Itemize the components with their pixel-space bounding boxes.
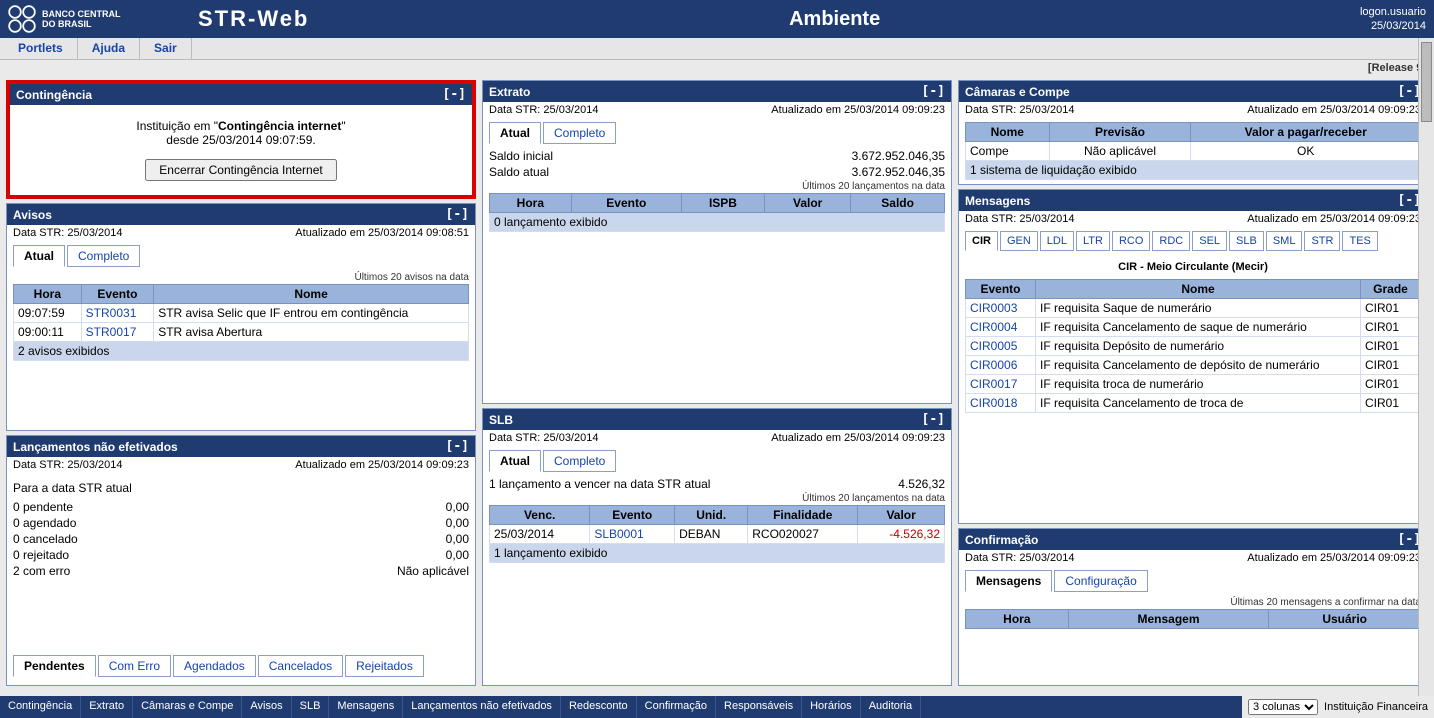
portlet-contingencia: Contingência [-] Instituição em "Conting… — [6, 80, 476, 199]
bb-auditoria[interactable]: Auditoria — [861, 696, 921, 718]
lanc-title: Lançamentos não efetivados — [13, 440, 178, 454]
tab-slb[interactable]: SLB — [1229, 231, 1264, 251]
tab-pendentes[interactable]: Pendentes — [13, 655, 96, 677]
user-info: logon.usuario 25/03/2014 — [1360, 5, 1426, 33]
contingencia-title: Contingência — [16, 88, 92, 102]
portlet-lancamentos: Lançamentos não efetivados[-] Data STR: … — [6, 435, 476, 686]
table-row: 09:00:11STR0017STR avisa Abertura — [14, 323, 469, 342]
slb-table: Venc.EventoUnid.FinalidadeValor 25/03/20… — [489, 505, 945, 563]
tab-rco[interactable]: RCO — [1112, 231, 1150, 251]
tab-str[interactable]: STR — [1304, 231, 1340, 251]
app-title: STR-Web — [198, 6, 309, 32]
release-label: [Release 9] — [0, 60, 1434, 76]
tab-agendados[interactable]: Agendados — [173, 655, 256, 677]
bcb-logo: BANCO CENTRAL DO BRASIL — [8, 5, 178, 33]
bb-avisos[interactable]: Avisos — [242, 696, 291, 718]
bb-lancamentos[interactable]: Lançamentos não efetivados — [403, 696, 561, 718]
portlet-mensagens: Mensagens[-] Data STR: 25/03/2014Atualiz… — [958, 189, 1428, 524]
collapse-icon[interactable]: [-] — [922, 84, 945, 99]
tab-sml[interactable]: SML — [1266, 231, 1303, 251]
confirmacao-table: HoraMensagemUsuário — [965, 609, 1421, 629]
tab-atual[interactable]: Atual — [13, 245, 65, 267]
bb-camaras[interactable]: Câmaras e Compe — [133, 696, 242, 718]
menu-portlets[interactable]: Portlets — [4, 38, 78, 59]
mensagens-table: EventoNomeGrade CIR0003IF requisita Saqu… — [965, 279, 1421, 413]
bb-slb[interactable]: SLB — [292, 696, 330, 718]
tab-gen[interactable]: GEN — [1000, 231, 1038, 251]
tab-atual[interactable]: Atual — [489, 122, 541, 144]
table-row: CompeNão aplicávelOK — [966, 142, 1421, 161]
lanc-heading: Para a data STR atual — [13, 477, 469, 499]
bottom-bar: Contingência Extrato Câmaras e Compe Avi… — [0, 696, 1434, 718]
tab-cir[interactable]: CIR — [965, 231, 998, 251]
avisos-note: Últimos 20 avisos na data — [13, 271, 469, 284]
tab-sel[interactable]: SEL — [1192, 231, 1227, 251]
bank-name: BANCO CENTRAL DO BRASIL — [42, 9, 121, 29]
tab-comerro[interactable]: Com Erro — [98, 655, 171, 677]
menu-ajuda[interactable]: Ajuda — [78, 38, 140, 59]
mensagens-heading: CIR - Meio Circulante (Mecir) — [965, 255, 1421, 279]
tab-completo[interactable]: Completo — [543, 122, 616, 144]
contingencia-line2: desde 25/03/2014 09:07:59. — [16, 133, 466, 147]
tab-completo[interactable]: Completo — [543, 450, 616, 472]
bb-contingencia[interactable]: Contingência — [0, 696, 81, 718]
collapse-icon[interactable]: [-] — [922, 412, 945, 427]
table-row: 25/03/2014SLB0001DEBANRCO020027-4.526,32 — [490, 525, 945, 544]
avisos-date: Data STR: 25/03/2014 — [13, 227, 122, 239]
bb-extrato[interactable]: Extrato — [81, 696, 133, 718]
tab-completo[interactable]: Completo — [67, 245, 140, 267]
portlet-avisos: Avisos [-] Data STR: 25/03/2014 Atualizado… — [6, 203, 476, 431]
tab-rejeitados[interactable]: Rejeitados — [345, 655, 424, 677]
bb-responsaveis[interactable]: Responsáveis — [716, 696, 802, 718]
tab-mensagens[interactable]: Mensagens — [965, 570, 1052, 592]
portlet-slb: SLB[-] Data STR: 25/03/2014Atualizado em… — [482, 408, 952, 686]
bank-icon — [8, 5, 36, 33]
avisos-updated: Atualizado em 25/03/2014 09:08:51 — [295, 227, 469, 239]
menu-bar: Portlets Ajuda Sair — [0, 38, 1434, 60]
tab-tes[interactable]: TES — [1342, 231, 1377, 251]
tab-ldl[interactable]: LDL — [1040, 231, 1074, 251]
menu-sair[interactable]: Sair — [140, 38, 192, 59]
columns-select[interactable]: 3 colunas — [1248, 699, 1318, 715]
contingencia-line1: Instituição em "Contingência internet" — [16, 119, 466, 133]
instituicao-label: Instituição Financeira — [1324, 701, 1428, 713]
bb-mensagens[interactable]: Mensagens — [329, 696, 403, 718]
extrato-table: HoraEventoISPBValorSaldo 0 lançamento ex… — [489, 193, 945, 232]
bb-redesconto[interactable]: Redesconto — [561, 696, 637, 718]
avisos-table: HoraEventoNome 09:07:59STR0031STR avisa … — [13, 284, 469, 361]
bb-horarios[interactable]: Horários — [802, 696, 861, 718]
top-bar: BANCO CENTRAL DO BRASIL STR-Web Ambiente… — [0, 0, 1434, 38]
tab-atual[interactable]: Atual — [489, 450, 541, 472]
tab-cancelados[interactable]: Cancelados — [258, 655, 343, 677]
page-scrollbar[interactable] — [1418, 38, 1434, 696]
camaras-table: NomePrevisãoValor a pagar/receber CompeN… — [965, 122, 1421, 180]
collapse-icon[interactable]: [-] — [446, 207, 469, 222]
column-1: Contingência [-] Instituição em "Conting… — [6, 80, 476, 686]
bb-confirmacao[interactable]: Confirmação — [637, 696, 716, 718]
header-date: 25/03/2014 — [1360, 19, 1426, 33]
username: logon.usuario — [1360, 5, 1426, 19]
collapse-icon[interactable]: [-] — [446, 439, 469, 454]
portlet-columns: Contingência [-] Instituição em "Conting… — [0, 76, 1434, 690]
tab-rdc[interactable]: RDC — [1152, 231, 1190, 251]
avisos-summary: 2 avisos exibidos — [14, 342, 469, 361]
avisos-title: Avisos — [13, 208, 52, 222]
column-2: Extrato[-] Data STR: 25/03/2014Atualizad… — [482, 80, 952, 686]
portlet-camaras: Câmaras e Compe[-] Data STR: 25/03/2014A… — [958, 80, 1428, 185]
tab-configuracao[interactable]: Configuração — [1054, 570, 1147, 592]
environment-label: Ambiente — [789, 8, 880, 31]
encerrar-contingencia-button[interactable]: Encerrar Contingência Internet — [145, 159, 336, 181]
portlet-extrato: Extrato[-] Data STR: 25/03/2014Atualizad… — [482, 80, 952, 404]
table-row: 09:07:59STR0031STR avisa Selic que IF en… — [14, 304, 469, 323]
tab-ltr[interactable]: LTR — [1076, 231, 1110, 251]
contingencia-body: Instituição em "Contingência internet" d… — [10, 105, 472, 195]
collapse-icon[interactable]: [-] — [443, 87, 466, 102]
column-3: Câmaras e Compe[-] Data STR: 25/03/2014A… — [958, 80, 1428, 686]
portlet-confirmacao: Confirmação[-] Data STR: 25/03/2014Atual… — [958, 528, 1428, 686]
